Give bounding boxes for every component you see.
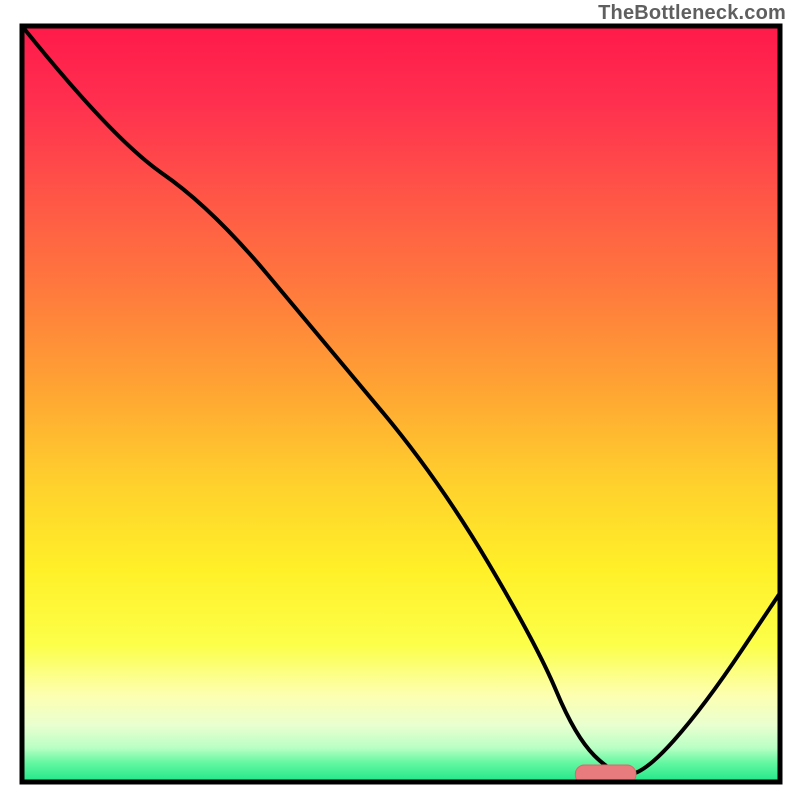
- chart-svg: [0, 0, 800, 800]
- plot-area: [22, 26, 780, 784]
- plot-background: [22, 26, 780, 782]
- chart-frame: TheBottleneck.com: [0, 0, 800, 800]
- attribution-label: TheBottleneck.com: [598, 2, 786, 25]
